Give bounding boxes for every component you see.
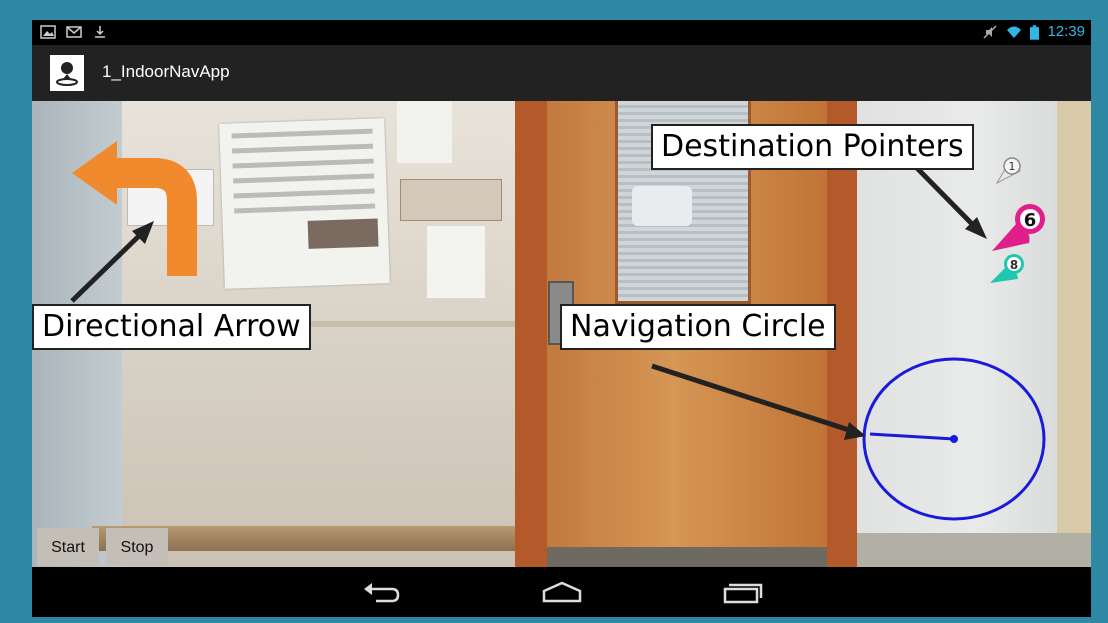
wifi-icon	[1007, 26, 1022, 38]
picture-icon	[40, 25, 56, 39]
home-icon	[542, 581, 582, 603]
recents-icon	[723, 583, 763, 604]
start-button[interactable]: Start	[37, 528, 99, 566]
svg-text:6: 6	[1024, 210, 1037, 231]
callout-destination-pointers: Destination Pointers	[651, 124, 974, 170]
map-pin-person-icon	[56, 62, 78, 86]
back-button[interactable]	[357, 577, 407, 607]
svg-text:1: 1	[1009, 160, 1016, 173]
device-screen: 12:39 1_IndoorNavApp 1 6 8 Destination P…	[32, 20, 1091, 617]
system-nav-bar	[32, 567, 1091, 617]
u-turn-left-arrow-icon	[72, 141, 197, 276]
callout-pointer-arrows	[70, 161, 987, 440]
svg-text:8: 8	[1010, 258, 1018, 272]
status-bar: 12:39	[32, 20, 1091, 45]
mute-icon	[983, 25, 997, 39]
home-button[interactable]	[537, 577, 587, 607]
destination-pointer-8[interactable]: 8	[990, 254, 1024, 283]
destination-pointer-1[interactable]: 1	[995, 157, 1021, 185]
callout-navigation-circle: Navigation Circle	[560, 304, 836, 350]
callout-directional-arrow: Directional Arrow	[32, 304, 311, 350]
stop-button[interactable]: Stop	[106, 528, 168, 566]
back-icon	[364, 583, 400, 603]
camera-view: 1 6 8 Destination Pointers Directional A…	[32, 101, 1091, 567]
recents-button[interactable]	[717, 577, 767, 607]
mail-icon	[66, 26, 82, 38]
app-icon[interactable]	[50, 55, 84, 91]
app-title: 1_IndoorNavApp	[102, 62, 230, 81]
battery-icon	[1030, 24, 1040, 40]
navigation-circle	[862, 357, 1046, 521]
action-bar: 1_IndoorNavApp	[32, 45, 1091, 101]
destination-pointer-6[interactable]: 6	[992, 204, 1045, 251]
download-icon	[95, 26, 105, 38]
clock: 12:39	[1047, 23, 1085, 40]
